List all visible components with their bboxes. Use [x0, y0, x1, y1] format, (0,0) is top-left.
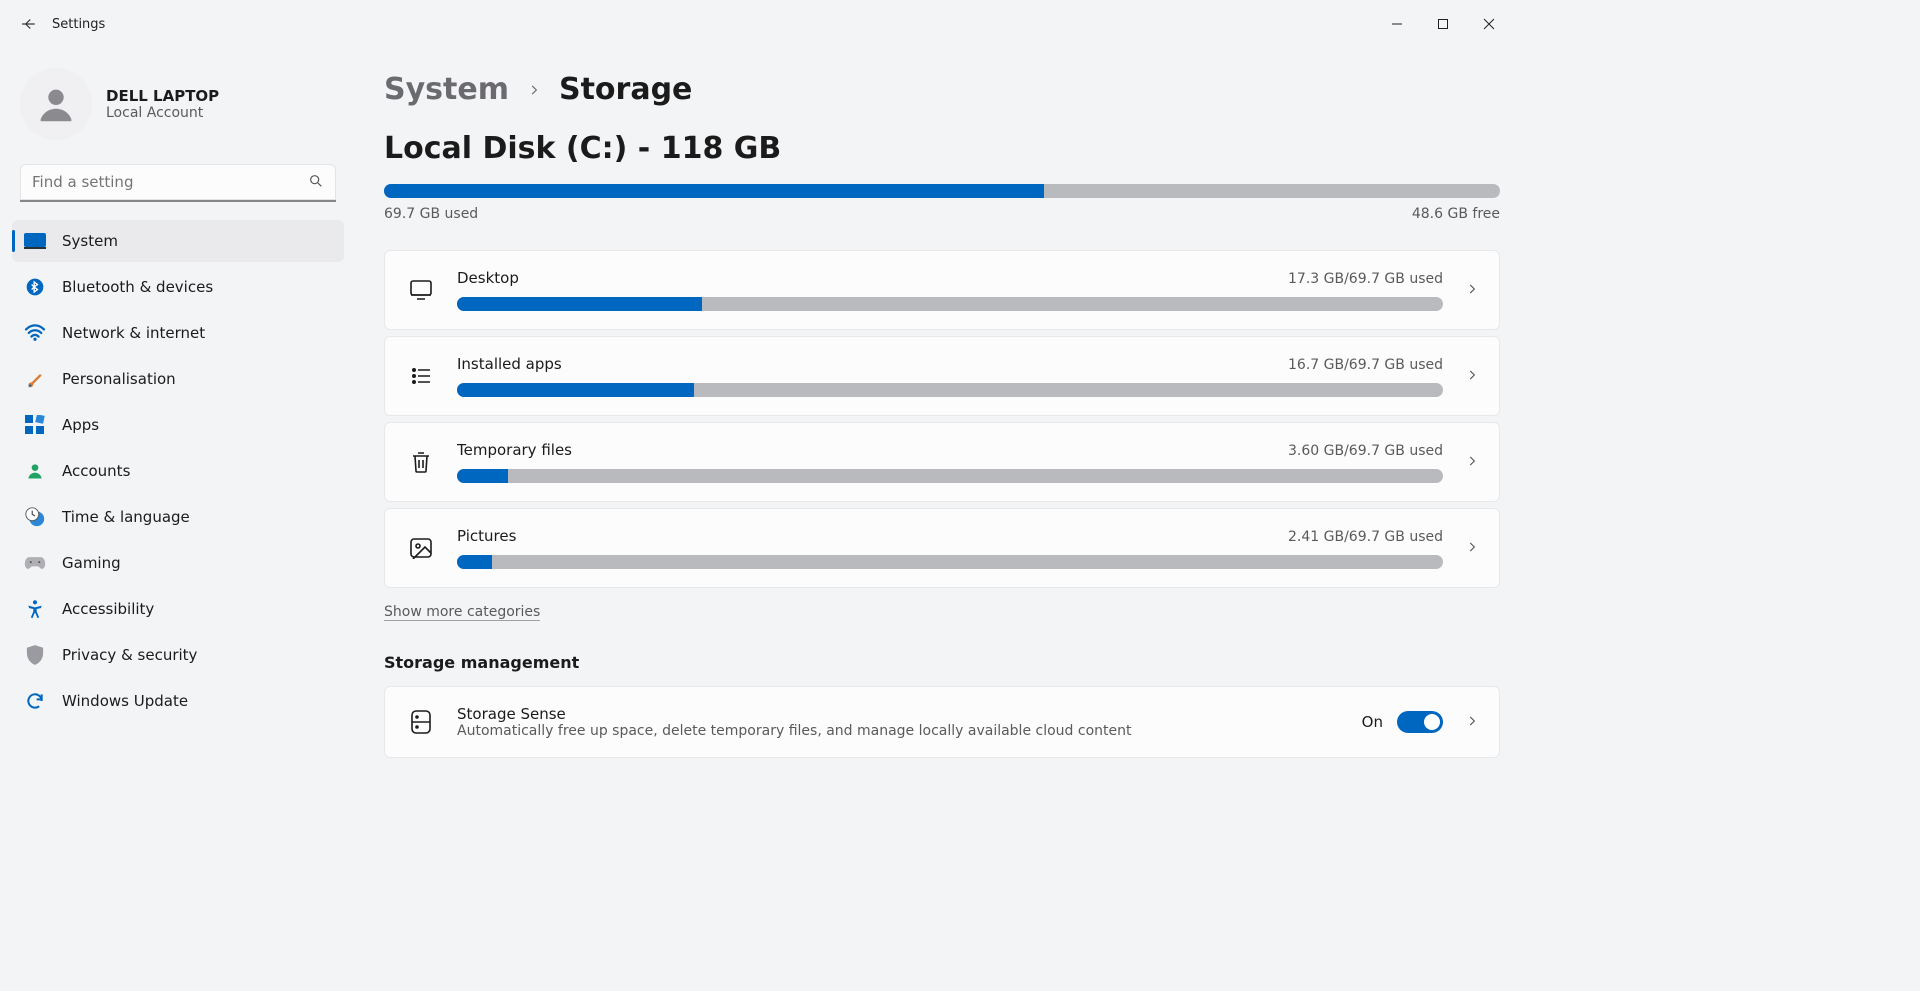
chevron-right-icon[interactable] — [1465, 713, 1479, 732]
storage-category-card[interactable]: Temporary files 3.60 GB/69.7 GB used — [384, 422, 1500, 502]
nav-label: System — [62, 232, 118, 250]
window-maximize[interactable] — [1420, 8, 1466, 40]
category-bar-fill — [457, 555, 492, 569]
category-bar — [457, 469, 1443, 483]
window-minimize[interactable] — [1374, 8, 1420, 40]
category-name: Temporary files — [457, 441, 572, 459]
gamepad-icon — [24, 552, 46, 574]
disk-usage-bar — [384, 184, 1500, 198]
nav-personalisation[interactable]: Personalisation — [12, 358, 344, 400]
category-icon — [407, 279, 435, 301]
minimize-icon — [1391, 18, 1403, 30]
nav-privacy[interactable]: Privacy & security — [12, 634, 344, 676]
breadcrumb: System Storage — [384, 72, 1500, 107]
storage-category-card[interactable]: Installed apps 16.7 GB/69.7 GB used — [384, 336, 1500, 416]
accessibility-icon — [24, 598, 46, 620]
chevron-right-icon — [1465, 367, 1479, 386]
content[interactable]: System Storage Local Disk (C:) - 118 GB … — [360, 48, 1520, 991]
chevron-right-icon — [1465, 281, 1479, 300]
paintbrush-icon — [24, 368, 46, 390]
nav-windows-update[interactable]: Windows Update — [12, 680, 344, 722]
nav-bluetooth[interactable]: Bluetooth & devices — [12, 266, 344, 308]
breadcrumb-parent[interactable]: System — [384, 72, 509, 107]
used-label: 69.7 GB used — [384, 206, 478, 222]
profile-name: DELL LAPTOP — [106, 87, 219, 105]
back-button[interactable] — [8, 4, 48, 44]
apps-icon — [24, 414, 46, 436]
update-icon — [24, 690, 46, 712]
sidebar: DELL LAPTOP Local Account System Bluet — [0, 48, 360, 991]
titlebar: Settings — [0, 0, 1520, 48]
show-more-categories[interactable]: Show more categories — [384, 604, 540, 621]
chevron-right-icon — [1465, 453, 1479, 472]
category-name: Installed apps — [457, 355, 562, 373]
search-input[interactable] — [20, 164, 336, 202]
category-bar-fill — [457, 383, 694, 397]
category-meta: 2.41 GB/69.7 GB used — [1288, 529, 1443, 545]
window-close[interactable] — [1466, 8, 1512, 40]
breadcrumb-page: Storage — [559, 72, 692, 107]
category-bar — [457, 297, 1443, 311]
arrow-left-icon — [19, 15, 37, 33]
nav-apps[interactable]: Apps — [12, 404, 344, 446]
accounts-icon — [24, 460, 46, 482]
nav-label: Windows Update — [62, 692, 188, 710]
category-bar — [457, 555, 1443, 569]
nav-list: System Bluetooth & devices Network & int… — [8, 220, 348, 722]
category-bar — [457, 383, 1443, 397]
nav-label: Gaming — [62, 554, 121, 572]
drive-icon — [407, 709, 435, 735]
category-meta: 16.7 GB/69.7 GB used — [1288, 357, 1443, 373]
disk-usage-fill — [384, 184, 1044, 198]
category-meta: 17.3 GB/69.7 GB used — [1288, 271, 1443, 287]
storage-sense-state: On — [1362, 713, 1383, 731]
category-name: Pictures — [457, 527, 516, 545]
clock-globe-icon — [24, 506, 46, 528]
category-bar-fill — [457, 297, 702, 311]
category-bar-fill — [457, 469, 508, 483]
category-icon — [407, 450, 435, 474]
wifi-icon — [24, 322, 46, 344]
window-title: Settings — [52, 17, 105, 32]
category-name: Desktop — [457, 269, 519, 287]
nav-gaming[interactable]: Gaming — [12, 542, 344, 584]
nav-label: Personalisation — [62, 370, 176, 388]
storage-sense-title: Storage Sense — [457, 705, 1340, 723]
chevron-right-icon — [527, 78, 541, 102]
nav-label: Privacy & security — [62, 646, 197, 664]
nav-label: Accessibility — [62, 600, 154, 618]
storage-sense-toggle[interactable] — [1397, 711, 1443, 733]
disk-title: Local Disk (C:) - 118 GB — [384, 131, 1500, 166]
profile-sub: Local Account — [106, 105, 219, 121]
nav-label: Time & language — [62, 508, 190, 526]
category-meta: 3.60 GB/69.7 GB used — [1288, 443, 1443, 459]
storage-sense-card[interactable]: Storage Sense Automatically free up spac… — [384, 686, 1500, 758]
nav-time-language[interactable]: Time & language — [12, 496, 344, 538]
bluetooth-icon — [24, 276, 46, 298]
free-label: 48.6 GB free — [1412, 206, 1500, 222]
storage-category-card[interactable]: Pictures 2.41 GB/69.7 GB used — [384, 508, 1500, 588]
nav-label: Network & internet — [62, 324, 205, 342]
storage-category-card[interactable]: Desktop 17.3 GB/69.7 GB used — [384, 250, 1500, 330]
category-icon — [407, 537, 435, 559]
nav-label: Apps — [62, 416, 99, 434]
nav-label: Bluetooth & devices — [62, 278, 213, 296]
avatar — [20, 68, 92, 140]
user-icon — [33, 81, 79, 127]
maximize-icon — [1437, 18, 1449, 30]
storage-management-header: Storage management — [384, 653, 1500, 672]
nav-label: Accounts — [62, 462, 130, 480]
nav-accounts[interactable]: Accounts — [12, 450, 344, 492]
nav-system[interactable]: System — [12, 220, 344, 262]
close-icon — [1483, 18, 1495, 30]
storage-sense-sub: Automatically free up space, delete temp… — [457, 723, 1340, 739]
category-icon — [407, 365, 435, 387]
search-icon — [308, 173, 324, 193]
chevron-right-icon — [1465, 539, 1479, 558]
nav-accessibility[interactable]: Accessibility — [12, 588, 344, 630]
shield-icon — [24, 644, 46, 666]
nav-network[interactable]: Network & internet — [12, 312, 344, 354]
profile-block[interactable]: DELL LAPTOP Local Account — [8, 60, 348, 156]
system-icon — [24, 230, 46, 252]
